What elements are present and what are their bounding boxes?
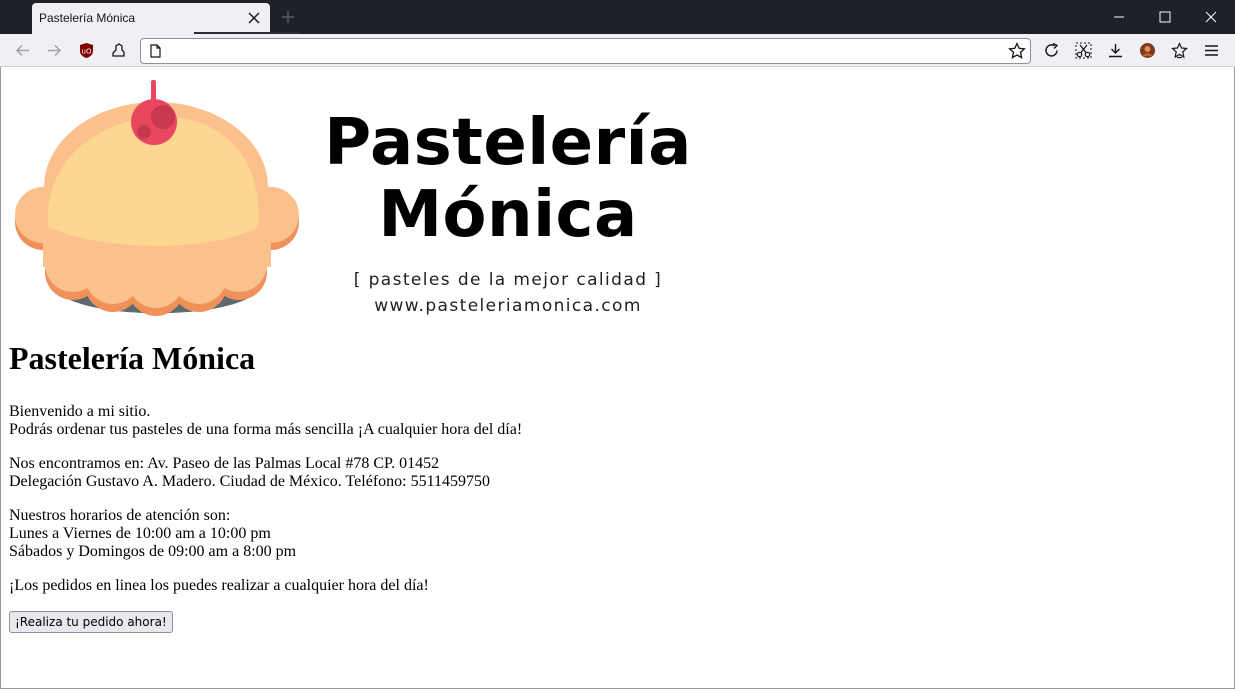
tab-title: Pastelería Mónica bbox=[39, 11, 136, 25]
address-line-1: Nos encontramos en: Av. Paseo de las Pal… bbox=[9, 455, 440, 472]
cupcake-icon bbox=[15, 80, 299, 316]
account-avatar-icon[interactable] bbox=[1139, 42, 1156, 59]
download-icon[interactable] bbox=[1107, 42, 1124, 59]
address-bar[interactable] bbox=[140, 38, 1031, 64]
extension-icon[interactable] bbox=[110, 42, 127, 59]
welcome-text: Bienvenido a mi sitio. bbox=[9, 403, 151, 420]
logo-tagline: [ pasteles de la mejor calidad ] bbox=[353, 270, 663, 290]
page-title: Pastelería Mónica bbox=[9, 340, 256, 376]
page-icon bbox=[150, 44, 161, 58]
reload-icon[interactable] bbox=[1043, 42, 1060, 59]
url-input[interactable] bbox=[169, 42, 1013, 62]
ublock-origin-icon[interactable]: uO bbox=[78, 42, 95, 59]
extensions-puzzle-icon[interactable] bbox=[1171, 42, 1188, 59]
back-icon[interactable] bbox=[14, 42, 31, 59]
logo-title: Pastelería Mónica bbox=[313, 107, 703, 251]
forward-icon[interactable] bbox=[46, 42, 63, 59]
online-orders-text: ¡Los pedidos en linea los puedes realiza… bbox=[9, 577, 429, 594]
page-viewport: Pastelería Mónica [ pasteles de la mejor… bbox=[0, 67, 1235, 689]
maximize-icon[interactable] bbox=[1157, 9, 1173, 25]
address-line-2: Delegación Gustavo A. Madero. Ciudad de … bbox=[9, 473, 490, 490]
hours-weekdays: Lunes a Viernes de 10:00 am a 10:00 pm bbox=[9, 525, 271, 542]
new-tab-icon[interactable] bbox=[280, 9, 296, 25]
order-info-text: Podrás ordenar tus pasteles de una forma… bbox=[9, 421, 523, 438]
window-close-icon[interactable] bbox=[1203, 9, 1219, 25]
main-content: Pastelería Mónica Bienvenido a mi sitio.… bbox=[9, 339, 1209, 633]
hours-weekend: Sábados y Domingos de 09:00 am a 8:00 pm bbox=[9, 543, 297, 560]
logo-title-line1: Pastelería bbox=[324, 106, 692, 180]
screenshot-icon[interactable] bbox=[1075, 42, 1092, 59]
logo-title-line2: Mónica bbox=[378, 178, 638, 252]
menu-icon[interactable] bbox=[1203, 42, 1220, 59]
minimize-icon[interactable] bbox=[1111, 9, 1127, 25]
logo-subtitle: [ pasteles de la mejor calidad ] www.pas… bbox=[313, 267, 703, 319]
logo-website: www.pasteleriamonica.com bbox=[374, 296, 642, 316]
browser-titlebar: Pastelería Mónica bbox=[0, 0, 1235, 34]
browser-toolbar: uO bbox=[0, 34, 1235, 67]
order-now-button[interactable]: ¡Realiza tu pedido ahora! bbox=[9, 611, 173, 633]
browser-tab[interactable]: Pastelería Mónica bbox=[32, 3, 300, 34]
bakery-logo: Pastelería Mónica [ pasteles de la mejor… bbox=[13, 77, 691, 333]
bookmark-star-icon[interactable] bbox=[1008, 42, 1026, 60]
svg-text:uO: uO bbox=[82, 48, 92, 56]
hours-title: Nuestros horarios de atención son: bbox=[9, 507, 231, 524]
close-icon[interactable] bbox=[246, 10, 262, 26]
